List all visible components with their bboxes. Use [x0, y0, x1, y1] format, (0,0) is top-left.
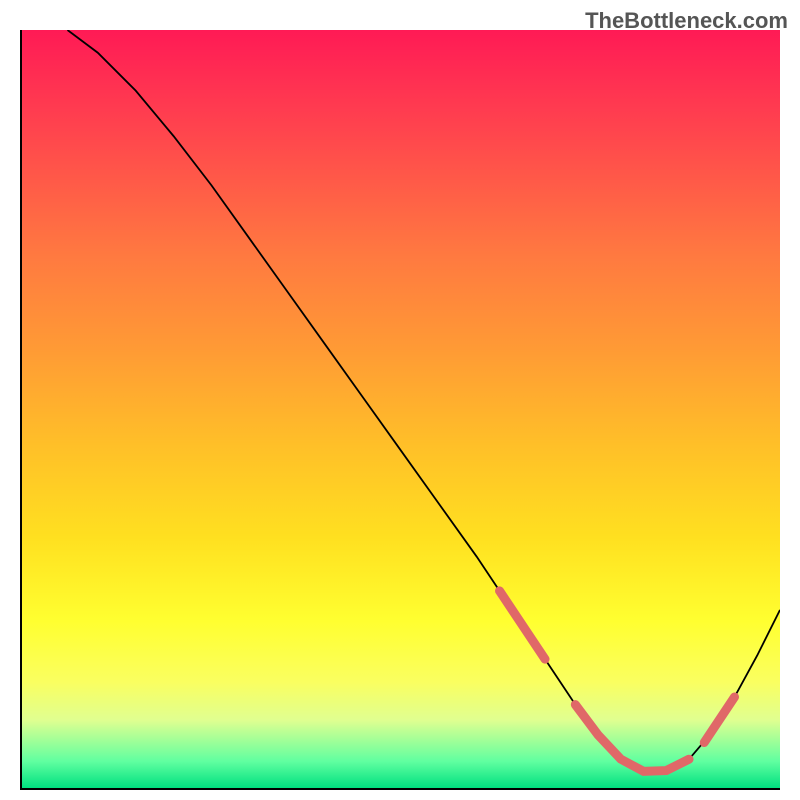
marker-cluster-left	[500, 591, 545, 659]
marker-cluster-right	[704, 697, 734, 742]
chart-plot-area	[20, 30, 780, 790]
marker-cluster-flat	[575, 705, 689, 772]
chart-svg	[22, 30, 780, 788]
bottleneck-curve-line	[67, 30, 780, 771]
watermark-text: TheBottleneck.com	[585, 8, 788, 34]
